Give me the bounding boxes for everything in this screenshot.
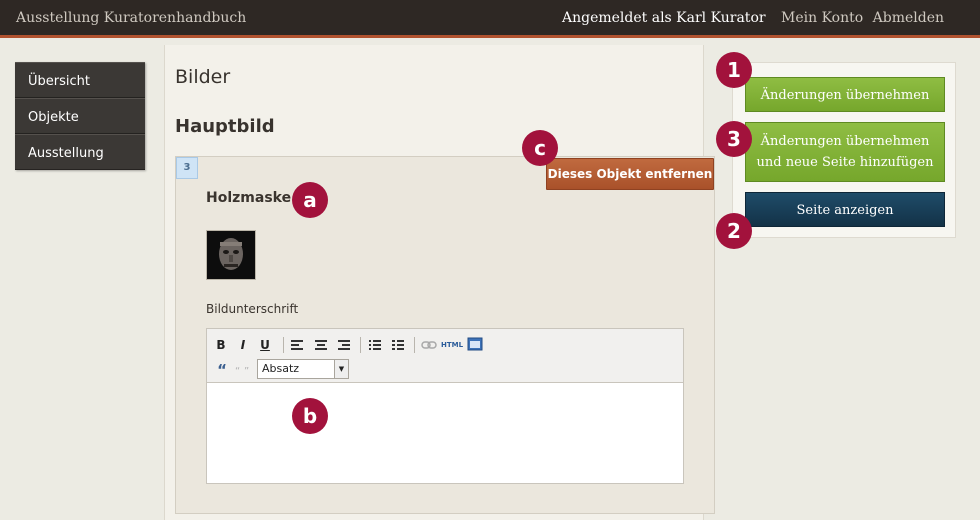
align-center-icon[interactable] — [315, 340, 327, 350]
caption-label: Bildunterschrift — [206, 302, 299, 316]
save-changes-button[interactable]: Änderungen übernehmen — [745, 77, 945, 112]
user-nav: Angemeldet als Karl Kurator Mein Konto A… — [562, 10, 944, 26]
link-icon[interactable] — [421, 340, 437, 350]
underline-button[interactable]: U — [259, 337, 271, 353]
bullet-list-icon[interactable] — [369, 340, 381, 350]
align-right-icon[interactable] — [338, 340, 350, 350]
top-bar: Ausstellung Kuratorenhandbuch Angemeldet… — [0, 0, 980, 38]
numbered-list-icon[interactable] — [392, 340, 404, 350]
sidebar-item-objects[interactable]: Objekte — [15, 98, 145, 134]
align-left-icon[interactable] — [291, 340, 303, 350]
annotation-marker-3: 3 — [716, 121, 752, 157]
mask-image — [207, 231, 255, 279]
toolbar-separator — [360, 337, 361, 353]
sidebar-item-overview[interactable]: Übersicht — [15, 62, 145, 98]
svg-text:“: “ — [235, 366, 240, 375]
annotation-marker-c: c — [522, 130, 558, 166]
fullscreen-icon[interactable] — [467, 337, 483, 351]
editor-toolbar: B I U HTML “ “ ” Absatz ▼ — [207, 329, 683, 383]
italic-button[interactable]: I — [237, 337, 249, 353]
section-heading: Hauptbild — [175, 116, 275, 137]
save-and-add-page-line1: Änderungen übernehmen — [760, 134, 930, 149]
item-thumbnail[interactable] — [206, 230, 256, 280]
annotation-marker-a: a — [292, 182, 328, 218]
toolbar-separator — [283, 337, 284, 353]
remove-quote-icon[interactable]: “ ” — [235, 365, 253, 375]
app-title[interactable]: Ausstellung Kuratorenhandbuch — [16, 10, 246, 26]
save-and-add-page-line2: und neue Seite hinzufügen — [756, 155, 934, 170]
annotation-marker-2: 2 — [716, 213, 752, 249]
chevron-down-icon: ▼ — [334, 360, 348, 378]
rich-text-editor: B I U HTML “ “ ” Absatz ▼ — [206, 328, 684, 484]
svg-text:”: ” — [244, 366, 249, 375]
page-title: Bilder — [175, 66, 231, 88]
bold-button[interactable]: B — [215, 337, 227, 353]
annotation-marker-b: b — [292, 398, 328, 434]
logged-in-user: Angemeldet als Karl Kurator — [561, 10, 766, 26]
view-page-button[interactable]: Seite anzeigen — [745, 192, 945, 227]
item-number-badge: 3 — [176, 157, 198, 179]
item-title: Holzmaske — [206, 190, 292, 206]
sidebar-nav: Übersicht Objekte Ausstellung — [15, 62, 145, 170]
logout-link[interactable]: Abmelden — [873, 10, 944, 26]
blockquote-icon[interactable]: “ — [215, 362, 229, 378]
sidebar-item-exhibition[interactable]: Ausstellung — [15, 134, 145, 170]
remove-item-button[interactable]: Dieses Objekt entfernen — [546, 158, 714, 190]
my-account-link[interactable]: Mein Konto — [781, 10, 863, 26]
format-select[interactable]: Absatz ▼ — [257, 359, 349, 379]
html-source-button[interactable]: HTML — [441, 337, 463, 353]
toolbar-separator — [414, 337, 415, 353]
annotation-marker-1: 1 — [716, 52, 752, 88]
save-and-add-page-button[interactable]: Änderungen übernehmen und neue Seite hin… — [745, 122, 945, 182]
format-select-value: Absatz — [262, 362, 300, 375]
caption-editor-area[interactable] — [207, 383, 683, 483]
